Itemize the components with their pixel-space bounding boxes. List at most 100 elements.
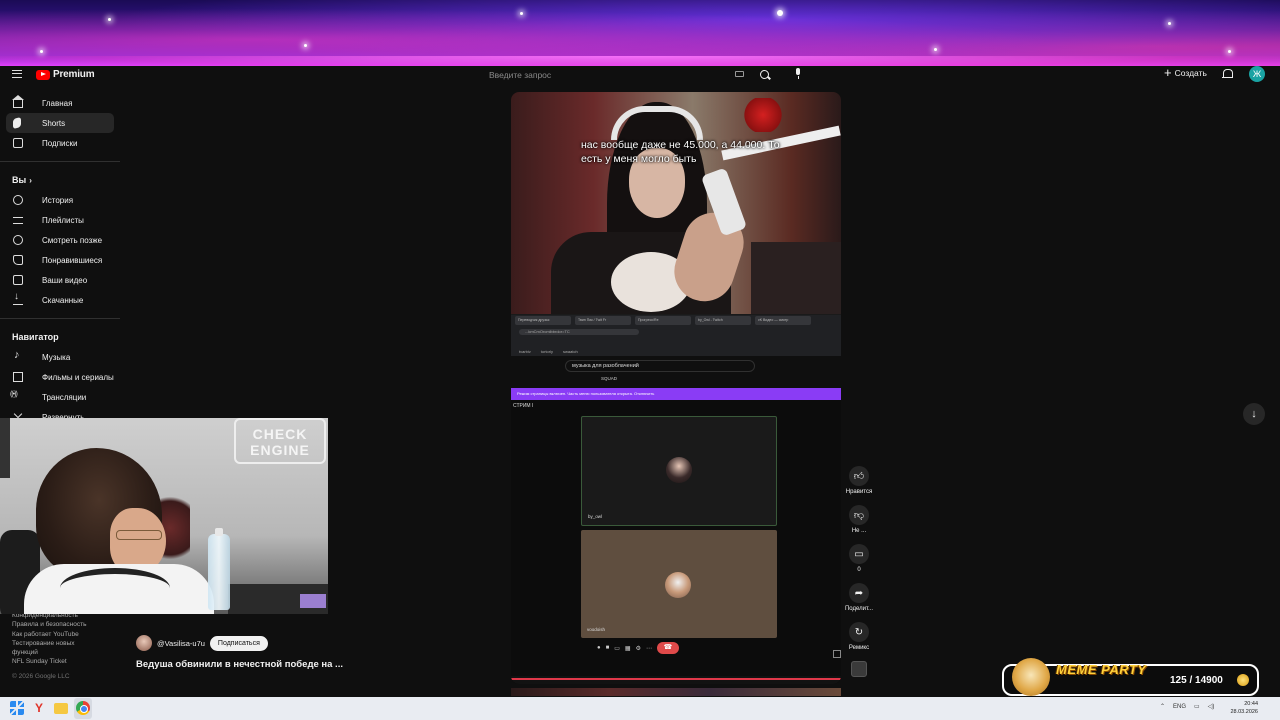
comment-icon: ▭	[849, 544, 869, 564]
file-explorer-icon[interactable]	[54, 703, 68, 714]
remix-icon: ↻	[849, 622, 869, 642]
progress-bar[interactable]	[511, 678, 841, 680]
microphone-icon[interactable]	[794, 68, 802, 80]
browser-tabs: Переводчик друзья Твин Пик / Twit Fr Про…	[511, 314, 841, 326]
your-videos-icon	[13, 275, 23, 285]
home-icon	[12, 95, 24, 108]
comments-button[interactable]: ▭ 0	[842, 544, 876, 583]
keyboard-icon[interactable]	[735, 71, 744, 77]
menu-icon[interactable]	[12, 70, 22, 78]
sidebar-item-label: Shorts	[42, 118, 66, 128]
sidebar-item-live[interactable]: Трансляции	[6, 387, 114, 407]
next-short-preview[interactable]	[511, 688, 841, 696]
remix-button[interactable]: ↻ Ремикс	[842, 622, 876, 661]
star-decoration	[304, 44, 307, 47]
next-short-arrow-icon[interactable]: ↓	[1243, 403, 1265, 425]
inner-youtube-header: музыка для разоблачений SQUAD	[511, 356, 841, 388]
footer-link[interactable]: Как работает YouTube	[12, 630, 112, 639]
meme-party-widget: MEME PARTY 125 / 14900	[1002, 658, 1259, 696]
browser-tab: vK Видео — смотр	[755, 316, 811, 325]
footer-link[interactable]: NFL Sunday Ticket	[12, 657, 112, 666]
lamp	[0, 418, 10, 478]
history-icon	[13, 195, 23, 205]
short-title[interactable]: Ведуша обвинили в нечестной победе на ..…	[136, 659, 343, 670]
address-bar: ...kmCmOrcmlbbrdor=TC	[519, 329, 639, 335]
browser-tab: Переводчик друзья	[515, 316, 571, 325]
glasses	[116, 530, 162, 540]
sidebar-item-movies[interactable]: Фильмы и сериалы	[6, 367, 114, 387]
sidebar-item-history[interactable]: История	[6, 190, 114, 210]
sidebar-item-playlists[interactable]: Плейлисты	[6, 210, 114, 230]
video-frame: нас вообще даже не 45.000, а 44.000. То …	[511, 92, 841, 314]
sidebar-item-watch-later[interactable]: Смотреть позже	[6, 230, 114, 250]
inner-search-box: музыка для разоблачений	[565, 360, 755, 372]
share-button[interactable]: ➦ Поделит...	[842, 583, 876, 622]
youtube-logo[interactable]: Premium	[36, 69, 95, 80]
sidebar-item-label: Фильмы и сериалы	[42, 372, 114, 382]
yandex-browser-icon[interactable]: Y	[32, 701, 46, 715]
progress-fill	[511, 678, 841, 680]
search-icon[interactable]	[759, 69, 771, 81]
bookmark: tortorly	[540, 348, 554, 354]
sidebar-item-label: Главная	[42, 98, 73, 108]
participant-name: voodoish	[587, 627, 606, 632]
notifications-bell-icon[interactable]	[1222, 69, 1233, 80]
sidebar-item-home[interactable]: Главная	[6, 93, 114, 113]
footer-link[interactable]: функций	[12, 648, 112, 657]
action-rail: 👍︎ Нравится 👎︎ Не ... ▭ 0 ➦ Поделит... ↻…	[842, 466, 876, 677]
share-label: Поделит...	[844, 606, 874, 612]
sidebar-item-label: Трансляции	[42, 392, 87, 402]
sidebar-item-shorts[interactable]: Shorts	[6, 113, 114, 133]
comments-count: 0	[857, 567, 861, 573]
language-indicator[interactable]: ENG	[1173, 704, 1186, 710]
clock-date: 28.03.2026	[1230, 709, 1258, 715]
footer-link[interactable]: Правила и безопасность	[12, 620, 112, 629]
windows-start-icon[interactable]	[10, 701, 24, 715]
footer-link[interactable]: Тестирование новых	[12, 639, 112, 648]
sidebar: Главная Shorts Подписки Вы › История Плей…	[0, 93, 120, 427]
bookmarks-bar: tvarbiv tortorly swaatch	[511, 346, 841, 356]
sidebar-item-liked[interactable]: Понравившиеся	[6, 250, 114, 270]
thumbs-up-icon: 👍︎	[849, 466, 869, 486]
star-decoration	[1168, 22, 1171, 25]
meme-progress: 125 / 14900	[1170, 675, 1223, 686]
channel-avatar[interactable]	[136, 635, 152, 651]
browser-tab: by_Owl - Twitch	[695, 316, 751, 325]
star-decoration	[934, 48, 937, 51]
chrome-icon[interactable]	[76, 701, 90, 715]
dislike-button[interactable]: 👎︎ Не ...	[842, 505, 876, 544]
section-you[interactable]: Вы ›	[0, 170, 120, 190]
tray-chevron-icon[interactable]: ⌃	[1160, 703, 1165, 710]
shelf	[751, 242, 841, 314]
like-button[interactable]: 👍︎ Нравится	[842, 466, 876, 505]
participant-tile: voodoish	[581, 530, 777, 638]
create-button[interactable]: + Создать	[1164, 66, 1207, 79]
share-screen-icon: ▭	[614, 645, 620, 652]
thumbs-down-icon: 👎︎	[849, 505, 869, 525]
channel-name[interactable]: @Vasilisa-u7u	[157, 639, 205, 648]
live-icon	[10, 391, 23, 402]
call-label: СТРИМ I	[513, 403, 534, 409]
subscribe-button[interactable]: Подписаться	[209, 635, 268, 651]
sidebar-item-label: Музыка	[42, 352, 71, 362]
water-bottle	[208, 528, 230, 610]
sidebar-item-downloads[interactable]: Скачанные	[6, 290, 114, 310]
account-avatar[interactable]: Ж	[1249, 66, 1265, 82]
search-box	[481, 67, 781, 83]
remix-label: Ремикс	[848, 645, 870, 651]
neon-sign: CHECK ENGINE	[234, 418, 326, 464]
sidebar-item-subscriptions[interactable]: Подписки	[6, 133, 114, 153]
sound-thumbnail[interactable]	[851, 661, 867, 677]
volume-icon[interactable]: ◁)	[1208, 703, 1215, 710]
liked-icon	[13, 255, 23, 265]
grid-icon: ▦	[624, 645, 631, 652]
section-title: Навигатор	[12, 332, 59, 342]
video-call: СТРИМ I by_owl voodoish ● ■ ▭ ▦ ⚙ ⋯ ☎	[511, 400, 841, 676]
network-icon[interactable]: ▭	[1194, 703, 1200, 710]
subscriptions-icon	[13, 138, 23, 148]
system-tray: ⌃ ENG ▭ ◁)	[1160, 703, 1215, 711]
sidebar-item-music[interactable]: Музыка	[6, 347, 114, 367]
sidebar-item-your-videos[interactable]: Ваши видео	[6, 270, 114, 290]
clock[interactable]: 20:44 28.03.2026	[1230, 700, 1258, 716]
shorts-player[interactable]: нас вообще даже не 45.000, а 44.000. То …	[511, 92, 841, 684]
